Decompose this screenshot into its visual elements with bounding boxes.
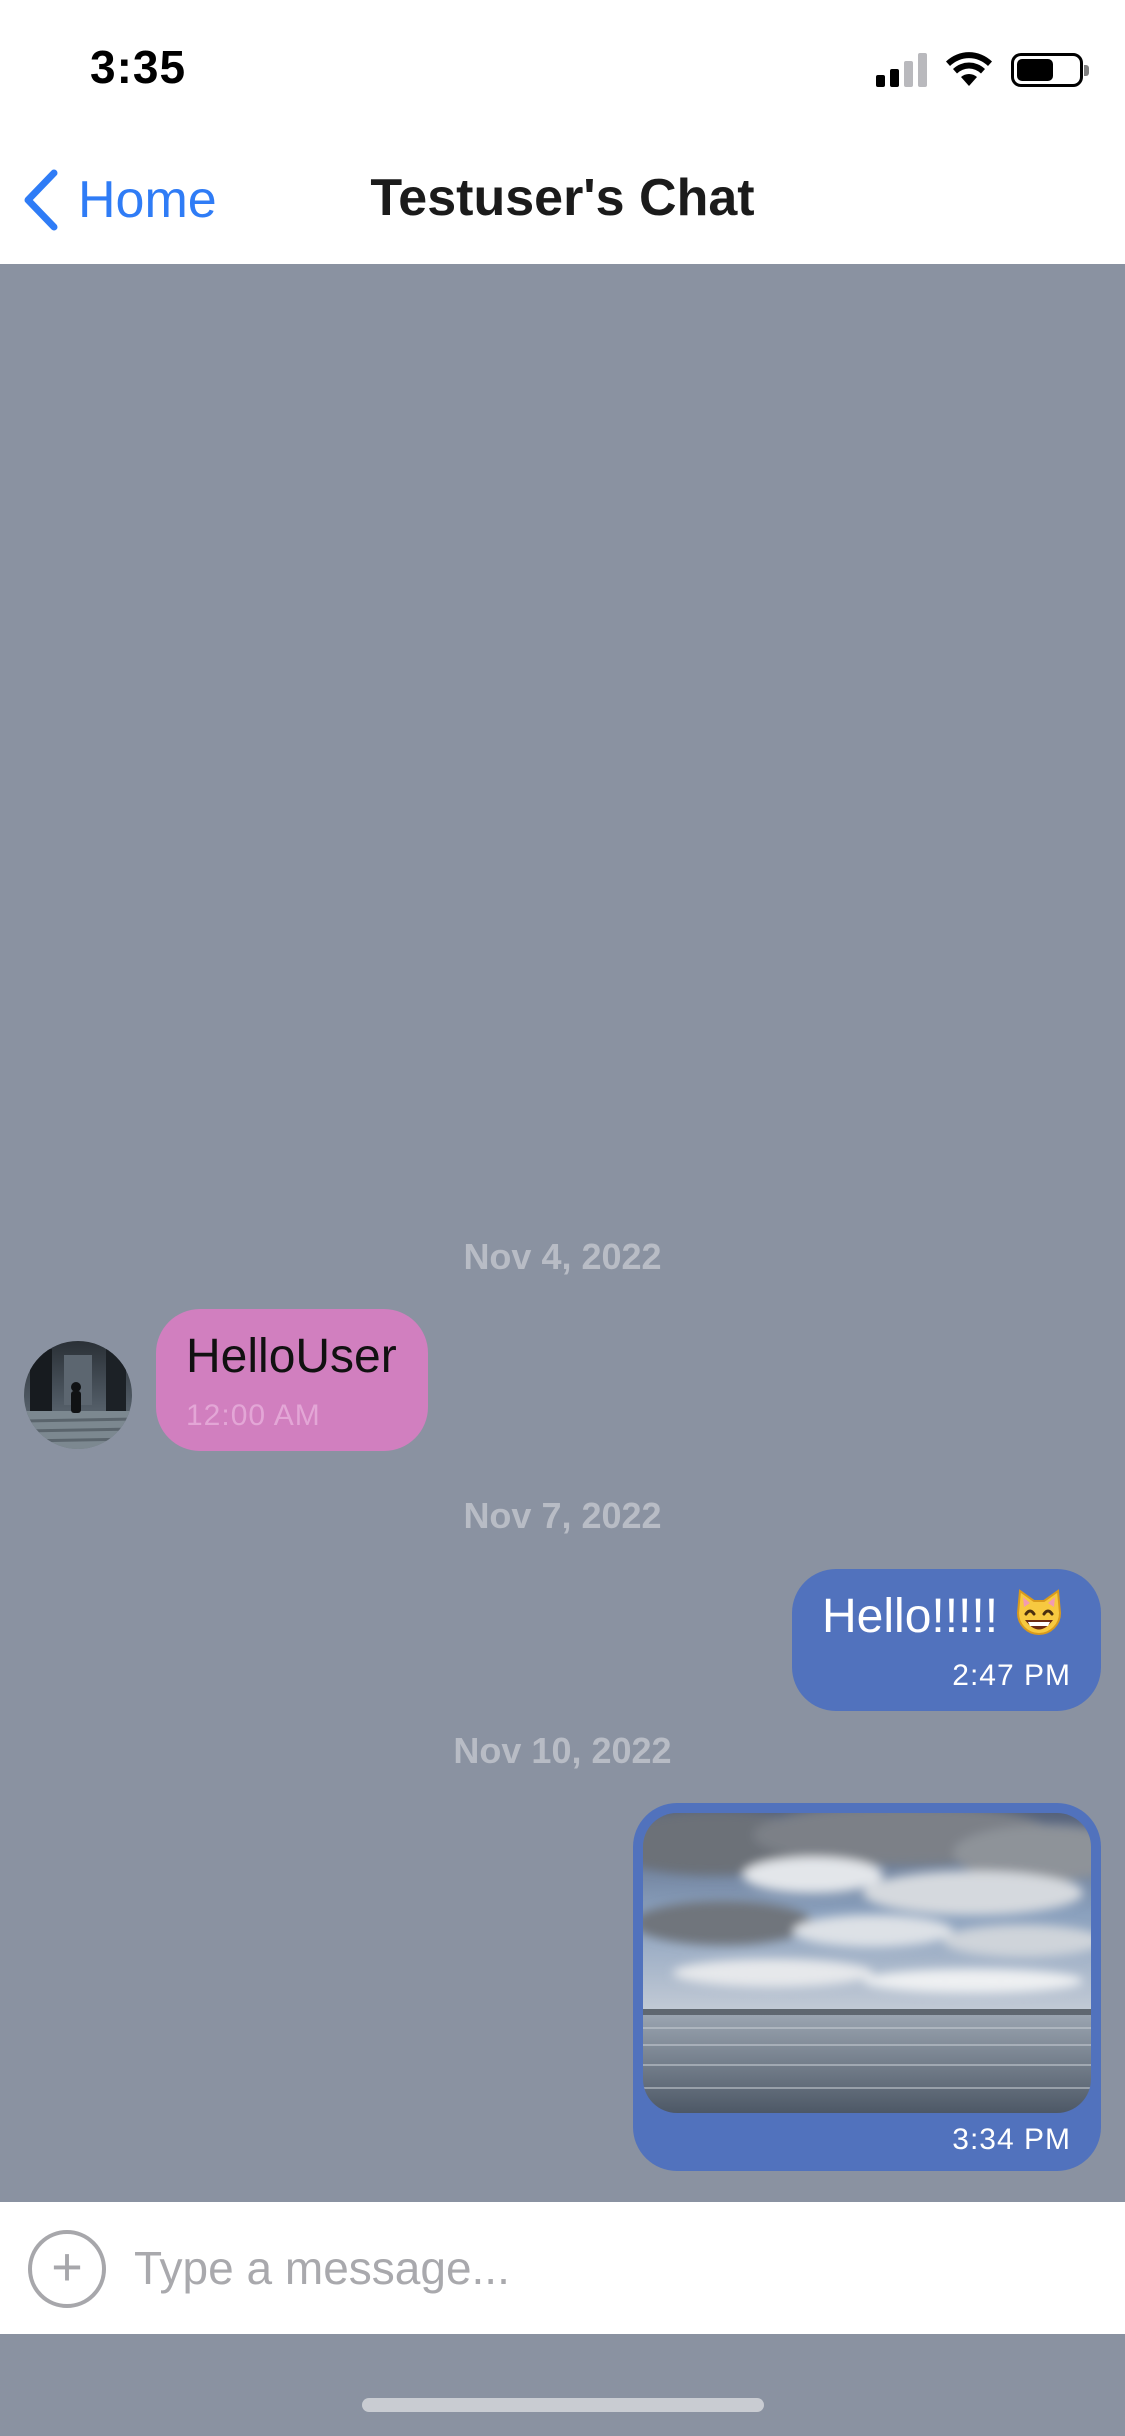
- message-bubble-outgoing-image[interactable]: 3:34 PM: [633, 1803, 1101, 2171]
- message-list[interactable]: Nov 4, 2022 HelloUser 12:00 AM Nov 7, 20…: [0, 264, 1125, 2202]
- avatar[interactable]: [24, 1341, 132, 1449]
- sea-and-sky-photo: [643, 1813, 1091, 2113]
- date-separator: Nov 7, 2022: [463, 1495, 662, 1536]
- message-time: 2:47 PM: [952, 1659, 1071, 1692]
- plus-icon: +: [51, 2237, 83, 2297]
- avatar-image: [24, 1341, 132, 1449]
- status-time: 3:35: [90, 41, 187, 93]
- home-indicator[interactable]: [362, 2398, 764, 2412]
- message-input[interactable]: [134, 2226, 1084, 2310]
- message-time: 12:00 AM: [186, 1399, 321, 1432]
- battery-level: [1017, 59, 1053, 81]
- add-attachment-button[interactable]: +: [28, 2230, 106, 2308]
- wifi-icon: [946, 52, 992, 86]
- chat-screen: 3:35 Home Testuser's Chat Nov 4, 2022 He…: [0, 0, 1125, 2436]
- status-icons: [876, 50, 1089, 90]
- nav-bar: Home Testuser's Chat: [0, 132, 1125, 264]
- message-bubble-incoming[interactable]: HelloUser 12:00 AM: [156, 1309, 428, 1451]
- date-separator: Nov 4, 2022: [463, 1236, 662, 1277]
- page-title: Testuser's Chat: [370, 169, 755, 227]
- message-bubble-outgoing[interactable]: Hello!!!!! 2:47 PM: [792, 1569, 1101, 1711]
- date-separator: Nov 10, 2022: [453, 1730, 672, 1771]
- message-image[interactable]: [643, 1813, 1091, 2113]
- cellular-signal-icon: [876, 53, 927, 87]
- message-composer: +: [0, 2202, 1125, 2334]
- message-text: Hello!!!!!: [822, 1590, 999, 1643]
- battery-icon: [1011, 53, 1089, 87]
- grinning-cat-emoji-icon: [1016, 1589, 1062, 1635]
- message-time: 3:34 PM: [952, 2123, 1071, 2156]
- status-bar: 3:35: [0, 0, 1125, 132]
- message-text: HelloUser: [186, 1330, 397, 1383]
